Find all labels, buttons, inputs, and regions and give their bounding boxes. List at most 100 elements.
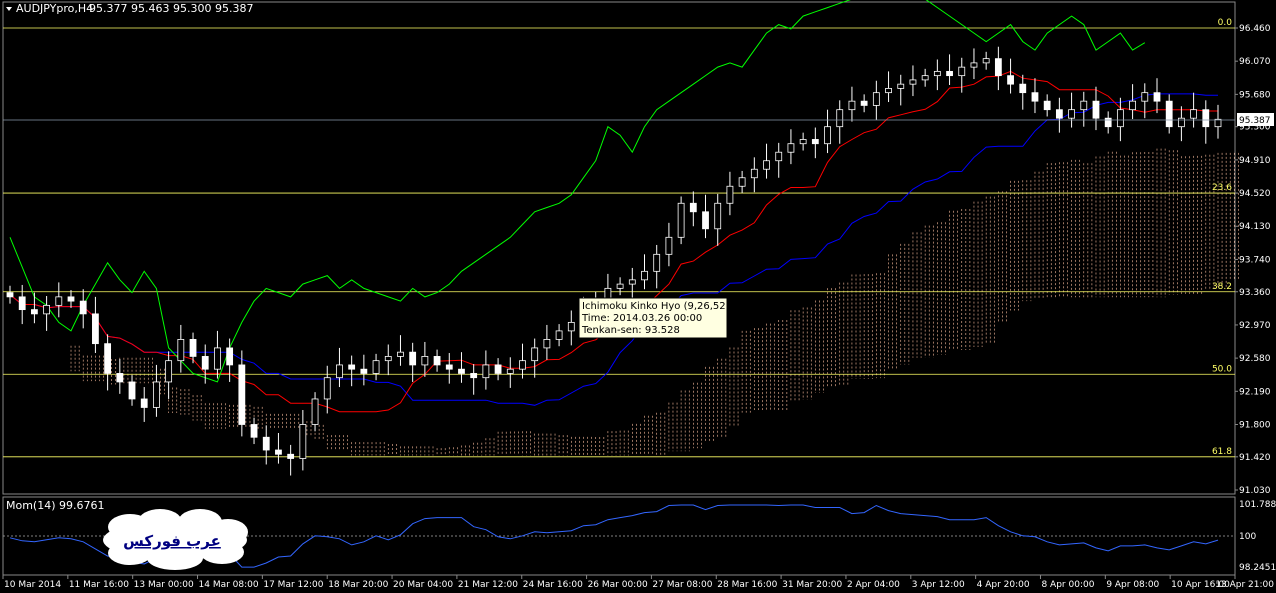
candle-body <box>458 368 465 374</box>
candle-body <box>287 453 295 459</box>
candle-body <box>982 58 990 64</box>
chart-header: AUDJPYpro,H4 95.377 95.463 95.300 95.387 <box>6 2 253 15</box>
fib-label: 0.0 <box>1218 18 1233 28</box>
price-tick-label: 91.800 <box>1239 420 1271 430</box>
candle-body <box>1019 83 1027 94</box>
candle-body <box>1104 117 1112 128</box>
candle-body <box>43 304 51 315</box>
candle-body <box>262 436 270 451</box>
candle-body <box>1153 92 1161 102</box>
time-tick-label: 27 Mar 08:00 <box>652 580 712 590</box>
price-tick-label: 93.740 <box>1239 255 1271 265</box>
candle-body <box>189 339 197 357</box>
candle-body <box>433 356 441 366</box>
candle-body <box>750 168 758 179</box>
candle-body <box>299 424 307 459</box>
candle-body <box>140 398 148 408</box>
current-price-label: 95.387 <box>1239 116 1271 126</box>
candle-body <box>726 185 734 204</box>
candle-body <box>872 92 880 106</box>
time-tick-label: 31 Mar 20:00 <box>782 580 842 590</box>
candle-body <box>994 58 1002 77</box>
candle-body <box>445 364 453 370</box>
time-tick-label: 13 Mar 00:00 <box>134 580 194 590</box>
time-tick-label: 13 Apr 21:00 <box>1215 580 1274 590</box>
candle-body <box>1068 109 1075 119</box>
candle-body <box>763 160 770 170</box>
candle-body <box>787 143 795 153</box>
candle-body <box>1165 100 1173 128</box>
tooltip-title: Ichimoku Kinko Hyo (9,26,52) <box>582 301 730 312</box>
candle-body <box>1177 117 1185 128</box>
candle-body <box>933 70 941 77</box>
candle-body <box>799 139 807 145</box>
fib-label: 38.2 <box>1212 282 1232 292</box>
candle-body <box>1043 100 1051 111</box>
price-axis: 96.46096.07095.68095.30094.91094.52094.1… <box>1235 24 1271 496</box>
candle-body <box>116 373 124 383</box>
candle-body <box>55 296 63 306</box>
time-tick-label: 18 Mar 20:00 <box>328 580 388 590</box>
fib-label: 23.6 <box>1212 183 1232 193</box>
candle-body <box>714 202 722 230</box>
tooltip-time: Time: 2014.03.26 00:00 <box>581 313 702 324</box>
symbol-label: AUDJPYpro,H4 <box>16 2 93 15</box>
candle-body <box>409 351 417 366</box>
time-tick-label: 9 Apr 08:00 <box>1106 580 1159 590</box>
time-tick-label: 2 Apr 04:00 <box>847 580 900 590</box>
candle-body <box>275 449 282 455</box>
price-tick-label: 92.580 <box>1239 354 1271 364</box>
candle-body <box>677 202 685 238</box>
fib-label: 50.0 <box>1212 364 1232 374</box>
ohlc-label: 95.377 95.463 95.300 95.387 <box>89 2 253 15</box>
candle-body <box>897 83 905 89</box>
candle-body <box>543 339 551 349</box>
candle-body <box>885 88 892 94</box>
candle-body <box>360 368 368 374</box>
candle-body <box>1055 109 1063 119</box>
candle-body <box>6 292 14 298</box>
candle-body <box>531 347 539 362</box>
candle-body <box>226 347 234 366</box>
candle-body <box>18 296 26 311</box>
candle-body <box>1031 92 1039 102</box>
candle-body <box>860 100 868 106</box>
candle-body <box>616 283 624 289</box>
time-tick-label: 8 Apr 00:00 <box>1041 580 1094 590</box>
price-tick-label: 92.190 <box>1239 387 1271 397</box>
time-tick-label: 21 Mar 12:00 <box>458 580 518 590</box>
candle-body <box>775 151 783 162</box>
candle-body <box>702 211 709 230</box>
momentum-axis-mid: 100 <box>1239 532 1256 542</box>
candle-body <box>836 109 844 128</box>
time-tick-label: 17 Mar 12:00 <box>263 580 323 590</box>
momentum-label: Mom(14) 99.6761 <box>6 499 105 512</box>
time-tick-label: 14 Mar 08:00 <box>199 580 259 590</box>
candle-body <box>494 364 502 374</box>
candle-body <box>201 356 209 370</box>
candle-body <box>31 309 38 315</box>
candle-body <box>1190 109 1197 119</box>
candle-body <box>848 100 856 111</box>
candle-body <box>909 79 917 85</box>
candle-body <box>811 139 819 145</box>
candle-body <box>958 66 966 77</box>
price-tick-label: 96.460 <box>1239 24 1271 34</box>
candle-body <box>372 360 380 374</box>
logo-text: عرب فوركس <box>123 532 221 550</box>
candle-body <box>348 364 356 370</box>
candle-body <box>1141 92 1149 102</box>
price-tick-label: 93.360 <box>1239 288 1271 298</box>
price-tick-label: 95.680 <box>1239 90 1271 100</box>
momentum-axis-bottom: 98.2451 <box>1239 563 1276 573</box>
price-tick-label: 94.130 <box>1239 222 1271 232</box>
candle-body <box>165 360 173 383</box>
candle-body <box>177 339 185 362</box>
candle-body <box>1129 100 1136 111</box>
candle-body <box>67 296 75 302</box>
candle-body <box>470 373 478 379</box>
chart-canvas: AUDJPYpro,H4 95.377 95.463 95.300 95.387… <box>0 0 1276 593</box>
price-tick-label: 92.970 <box>1239 321 1271 331</box>
time-tick-label: 4 Apr 20:00 <box>977 580 1030 590</box>
candle-body <box>104 343 112 374</box>
